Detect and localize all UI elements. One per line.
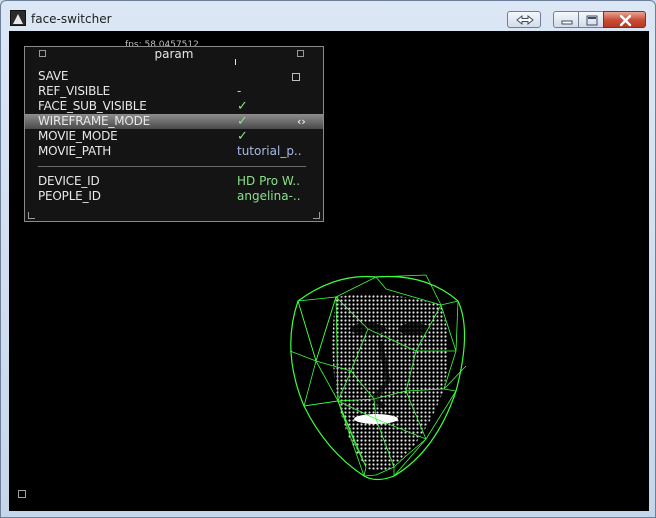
app-window: face-switcher fps: 58.0457512 param SAVE…: [0, 0, 656, 518]
maximize-icon: [586, 15, 598, 26]
close-icon: [619, 14, 632, 27]
param-label: DEVICE_ID: [38, 174, 100, 188]
param-label: MOVIE_PATH: [38, 144, 112, 158]
title-bar[interactable]: face-switcher: [1, 1, 655, 31]
window-title: face-switcher: [31, 12, 112, 26]
param-value[interactable]: tutorial_p..: [237, 144, 302, 159]
param-label: PEOPLE_ID: [38, 189, 101, 203]
panel-resize-marker: [235, 59, 236, 65]
param-row-movie-mode[interactable]: MOVIE_MODE ✓: [25, 129, 323, 144]
render-viewport[interactable]: fps: 58.0457512 param SAVE REF_VISIBLE -…: [9, 31, 649, 511]
param-label: MOVIE_MODE: [38, 129, 118, 143]
minimize-button[interactable]: [553, 11, 579, 28]
swap-button[interactable]: [507, 11, 541, 28]
param-row-movie-path[interactable]: MOVIE_PATH tutorial_p..: [25, 144, 323, 159]
panel-corner-bl-icon: [28, 212, 35, 219]
checkmark-icon[interactable]: ✓: [237, 99, 248, 114]
save-checkbox[interactable]: [292, 73, 300, 81]
minimize-icon: [561, 20, 573, 25]
checkmark-icon[interactable]: ✓: [237, 129, 248, 144]
param-row-wireframe-mode[interactable]: WIREFRAME_MODE ✓ ‹›: [25, 114, 323, 129]
panel-title[interactable]: param: [25, 47, 323, 61]
panel-collapse-icon[interactable]: [297, 50, 304, 57]
swap-icon: [516, 14, 534, 26]
param-row-ref-visible[interactable]: REF_VISIBLE -: [25, 84, 323, 99]
param-row-device-id[interactable]: DEVICE_ID HD Pro W..: [25, 174, 323, 189]
param-row-people-id[interactable]: PEOPLE_ID angelina-..: [25, 189, 323, 204]
param-label: WIREFRAME_MODE: [38, 114, 151, 128]
maximize-button[interactable]: [578, 11, 604, 28]
face-wireframe-mesh: [276, 271, 476, 487]
param-value[interactable]: HD Pro W..: [237, 174, 300, 189]
param-value[interactable]: -: [237, 84, 241, 99]
param-label: FACE_SUB_VISIBLE: [38, 99, 147, 113]
param-panel[interactable]: param SAVE REF_VISIBLE - FACE_SUB_VISIBL…: [24, 46, 324, 222]
param-row-save[interactable]: SAVE: [25, 69, 323, 84]
param-label: REF_VISIBLE: [38, 84, 111, 98]
param-row-face-sub-visible[interactable]: FACE_SUB_VISIBLE ✓: [25, 99, 323, 114]
close-button[interactable]: [603, 11, 646, 28]
app-icon: [10, 10, 26, 26]
panel-divider: [38, 166, 306, 167]
checkmark-icon[interactable]: ✓: [237, 114, 248, 129]
param-value[interactable]: angelina-..: [237, 189, 301, 204]
param-label: SAVE: [38, 69, 69, 83]
value-arrows-icon[interactable]: ‹›: [297, 114, 306, 129]
settings-toggle-icon[interactable]: [18, 490, 26, 498]
panel-resize-handle[interactable]: [313, 212, 320, 219]
